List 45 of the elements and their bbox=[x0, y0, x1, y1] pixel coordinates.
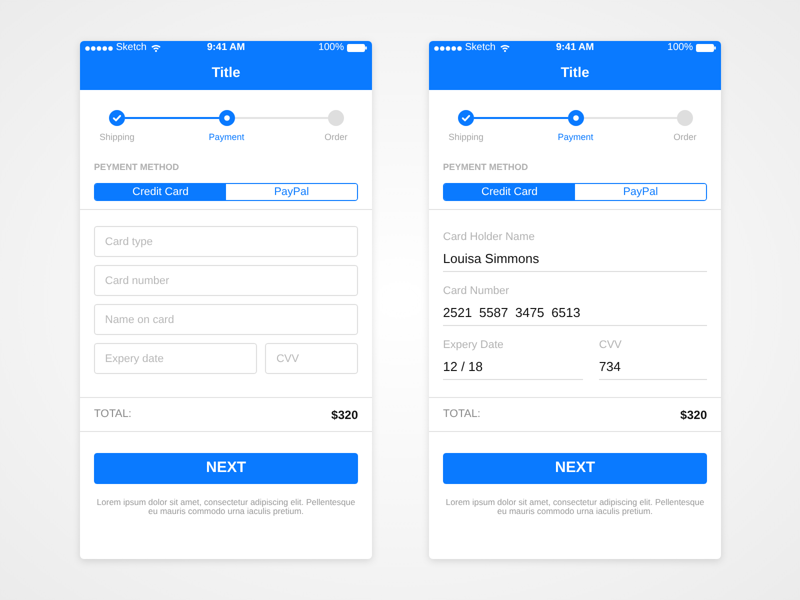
footnote-text: Lorem ipsum dolor sit amet, consectetur adipiscing elit. Pellentesque eu mauris commodo urna iaculis pretium. bbox=[96, 498, 356, 516]
field-label: Card Holder Name bbox=[443, 231, 535, 244]
input-field[interactable]: Card number bbox=[94, 265, 358, 296]
input-field[interactable]: Louisa Simmons bbox=[443, 246, 707, 272]
total-label: TOTAL: bbox=[94, 407, 132, 422]
field-label: Card Number bbox=[443, 285, 510, 298]
step-label: Order bbox=[673, 132, 696, 143]
section-label: PEYMENT METHOD bbox=[443, 162, 528, 173]
step-label: Order bbox=[324, 132, 348, 143]
field-label: Expery Date bbox=[443, 339, 504, 352]
wifi-icon bbox=[150, 44, 161, 52]
input-field[interactable]: CVV bbox=[265, 343, 358, 374]
screen-title: Title bbox=[212, 63, 240, 82]
input-field[interactable]: Name on card bbox=[94, 304, 358, 335]
status-time: 9:41 AM bbox=[207, 42, 245, 54]
total-amount: $320 bbox=[331, 406, 358, 424]
total-label: TOTAL: bbox=[443, 407, 480, 422]
wifi-icon bbox=[500, 44, 510, 52]
input-field[interactable]: Expery date bbox=[94, 343, 258, 374]
payment-tab[interactable]: Credit Card bbox=[444, 184, 575, 200]
input-field[interactable]: Card type bbox=[94, 226, 358, 257]
field-label: CVV bbox=[599, 339, 622, 352]
next-button[interactable]: NEXT bbox=[94, 453, 358, 484]
input-field[interactable]: 12 / 18 bbox=[443, 354, 583, 380]
section-label: PEYMENT METHOD bbox=[94, 162, 180, 173]
signal-icon bbox=[434, 46, 462, 50]
input-field[interactable]: 734 bbox=[599, 354, 707, 380]
battery-icon bbox=[696, 44, 716, 52]
screen-title: Title bbox=[560, 63, 590, 82]
signal-icon bbox=[85, 46, 113, 50]
battery-icon bbox=[347, 44, 367, 52]
next-button[interactable]: NEXT bbox=[443, 453, 707, 484]
carrier-name: Sketch bbox=[116, 42, 147, 54]
total-amount: $320 bbox=[680, 406, 707, 424]
battery-percent: 100% bbox=[318, 42, 344, 54]
status-time: 9:41 AM bbox=[556, 42, 594, 54]
battery-percent: 100% bbox=[667, 42, 693, 54]
payment-tab[interactable]: Credit Card bbox=[95, 184, 226, 200]
input-field[interactable]: 2521 5587 3475 6513 bbox=[443, 300, 707, 326]
step-label: Shipping bbox=[448, 132, 484, 143]
step-label: Shipping bbox=[99, 132, 135, 143]
footnote-text: Lorem ipsum dolor sit amet, consectetur adipiscing elit. Pellentesque eu mauris commodo urna iaculis pretium. bbox=[444, 498, 706, 516]
step-label: Payment bbox=[208, 132, 244, 143]
step-label: Payment bbox=[558, 132, 594, 143]
carrier-name: Sketch bbox=[465, 42, 496, 54]
